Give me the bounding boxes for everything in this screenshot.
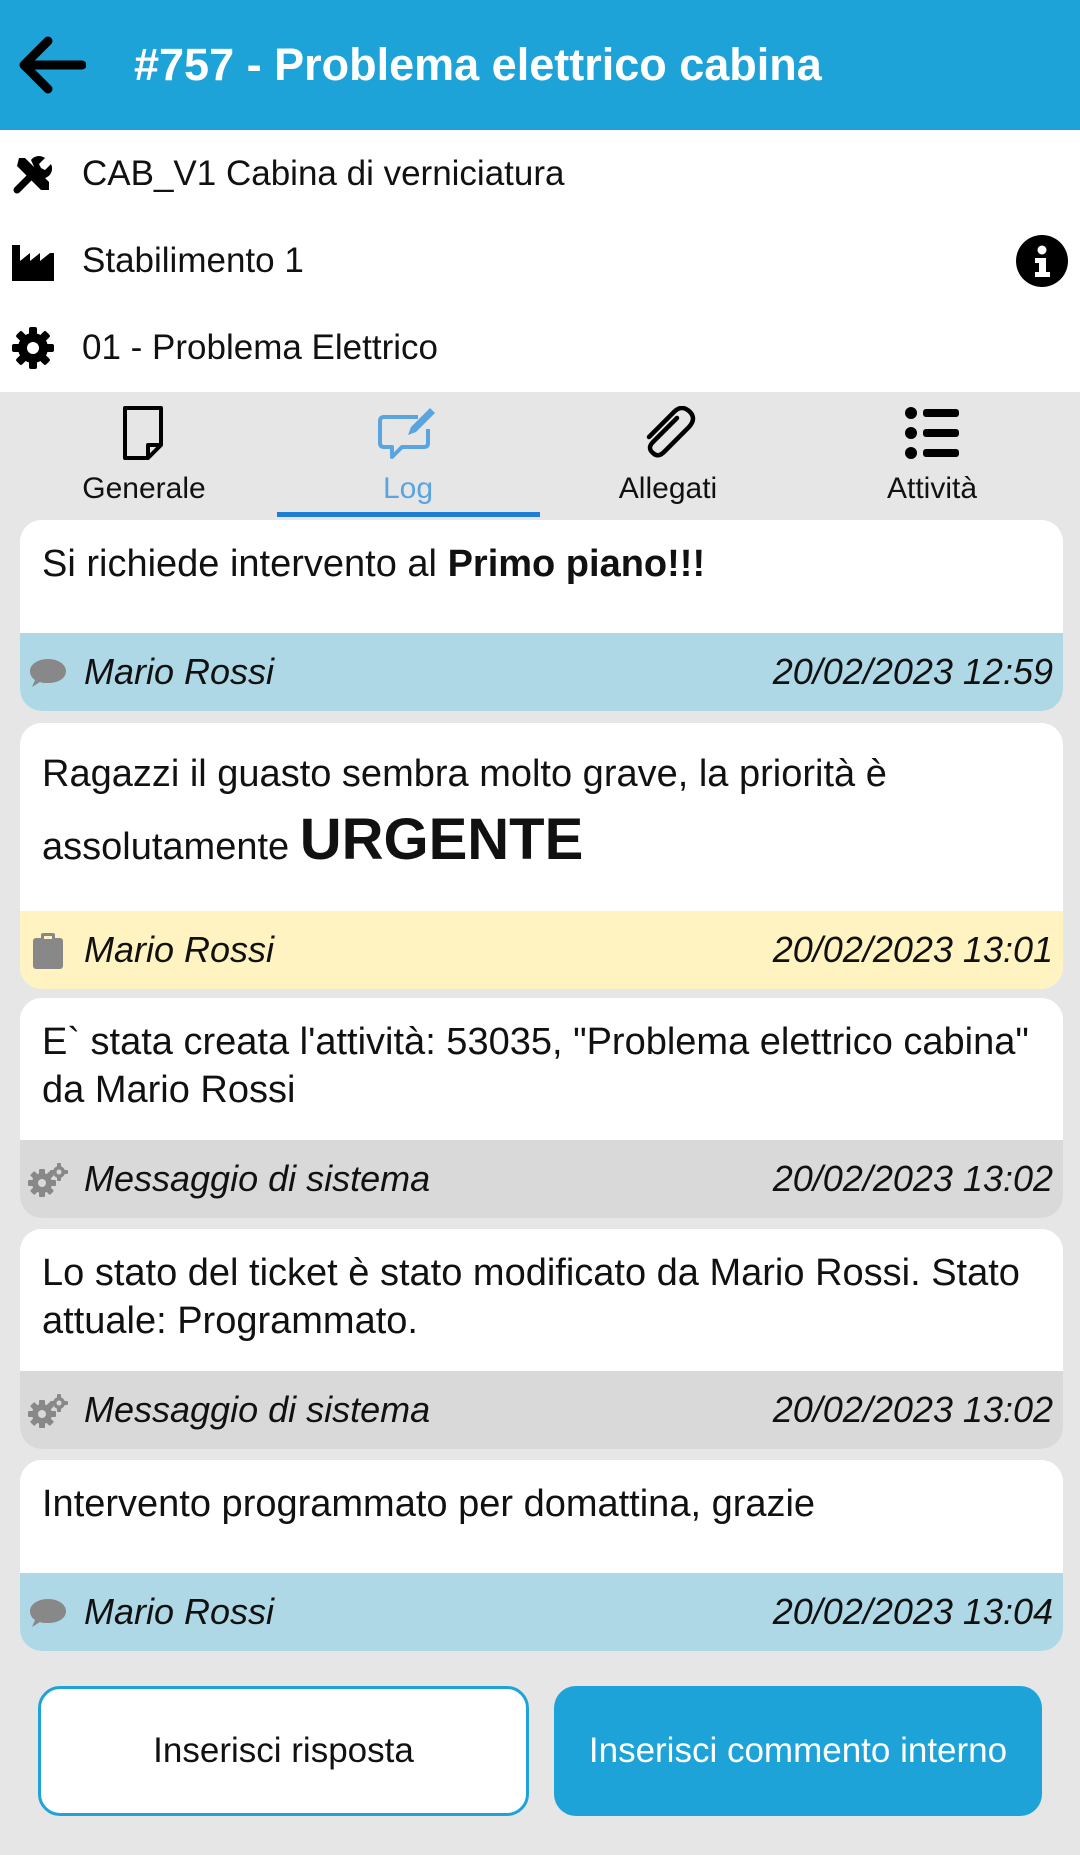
info-icon xyxy=(1035,245,1050,277)
log-entry: Intervento programmato per domattina, gr… xyxy=(20,1460,1063,1651)
log-entry-footer: Mario Rossi 20/02/2023 12:59 xyxy=(20,633,1063,711)
tools-icon xyxy=(10,151,56,197)
tab-generale-label: Generale xyxy=(82,472,206,505)
log-entry: Lo stato del ticket è stato modificato d… xyxy=(20,1229,1063,1449)
tab-log-label: Log xyxy=(382,472,434,505)
info-button[interactable] xyxy=(1016,235,1068,287)
log-author: Messaggio di sistema xyxy=(84,1158,431,1199)
paperclip-icon xyxy=(537,400,799,466)
app-bar: #757 - Problema elettrico cabina xyxy=(0,0,1080,130)
log-timestamp: 20/02/2023 13:02 xyxy=(772,1389,1053,1430)
list-icon xyxy=(801,400,1063,466)
clipboard-icon xyxy=(28,931,68,971)
log-author: Mario Rossi xyxy=(84,651,275,692)
gear-icon xyxy=(10,325,56,371)
category-label: 01 - Problema Elettrico xyxy=(82,328,438,367)
tab-log[interactable]: Log xyxy=(277,392,539,518)
log-author: Mario Rossi xyxy=(84,1591,275,1632)
asset-label: CAB_V1 Cabina di verniciatura xyxy=(82,154,565,193)
plant-label: Stabilimento 1 xyxy=(82,241,304,280)
factory-icon xyxy=(10,238,56,284)
tab-generale[interactable]: Generale xyxy=(13,392,275,518)
gears-icon xyxy=(28,1160,68,1200)
tab-attivita[interactable]: Attività xyxy=(801,392,1063,518)
log-entry: Si richiede intervento al Primo piano!!!… xyxy=(20,520,1063,711)
log-entry-footer: Messaggio di sistema 20/02/2023 13:02 xyxy=(20,1371,1063,1449)
plant-row: Stabilimento 1 xyxy=(0,217,1080,305)
log-entry-text: Ragazzi il guasto sembra molto grave, la… xyxy=(20,723,1063,880)
internal-comment-button[interactable]: Inserisci commento interno xyxy=(554,1686,1042,1816)
asset-row: CAB_V1 Cabina di verniciatura xyxy=(0,130,1080,218)
log-timestamp: 20/02/2023 13:02 xyxy=(772,1158,1053,1199)
log-entry-footer: Messaggio di sistema 20/02/2023 13:02 xyxy=(20,1140,1063,1218)
tab-bar: Generale Log Allegati Attività xyxy=(0,392,1080,518)
arrow-left-icon xyxy=(19,36,86,94)
log-entry-footer: Mario Rossi 20/02/2023 13:01 xyxy=(20,911,1063,989)
page-title: #757 - Problema elettrico cabina xyxy=(134,39,822,90)
log-entry-footer: Mario Rossi 20/02/2023 13:04 xyxy=(20,1573,1063,1651)
tab-allegati-label: Allegati xyxy=(618,472,718,505)
log-entry-text: Lo stato del ticket è stato modificato d… xyxy=(20,1229,1063,1345)
log-entry-text: Si richiede intervento al Primo piano!!! xyxy=(20,520,1063,588)
log-timestamp: 20/02/2023 13:04 xyxy=(772,1591,1053,1632)
log-author: Mario Rossi xyxy=(84,929,275,970)
reply-button[interactable]: Inserisci risposta xyxy=(38,1686,529,1816)
category-row: 01 - Problema Elettrico xyxy=(0,304,1080,392)
ticket-info-panel: CAB_V1 Cabina di verniciatura Stabilimen… xyxy=(0,130,1080,392)
log-entry-text: Intervento programmato per domattina, gr… xyxy=(20,1460,1063,1528)
comment-icon xyxy=(28,653,68,693)
log-timestamp: 20/02/2023 12:59 xyxy=(772,651,1053,692)
log-entry: E` stata creata l'attività: 53035, "Prob… xyxy=(20,998,1063,1218)
chat-edit-icon xyxy=(277,400,539,466)
log-entry: Ragazzi il guasto sembra molto grave, la… xyxy=(20,723,1063,989)
tab-allegati[interactable]: Allegati xyxy=(537,392,799,518)
active-tab-indicator xyxy=(277,512,540,517)
back-button[interactable] xyxy=(14,26,88,104)
gears-icon xyxy=(28,1391,68,1431)
comment-icon xyxy=(28,1593,68,1633)
log-entry-text: E` stata creata l'attività: 53035, "Prob… xyxy=(20,998,1063,1114)
document-icon xyxy=(13,400,275,466)
log-timestamp: 20/02/2023 13:01 xyxy=(772,929,1053,970)
log-author: Messaggio di sistema xyxy=(84,1389,431,1430)
tab-attivita-label: Attività xyxy=(886,472,978,505)
